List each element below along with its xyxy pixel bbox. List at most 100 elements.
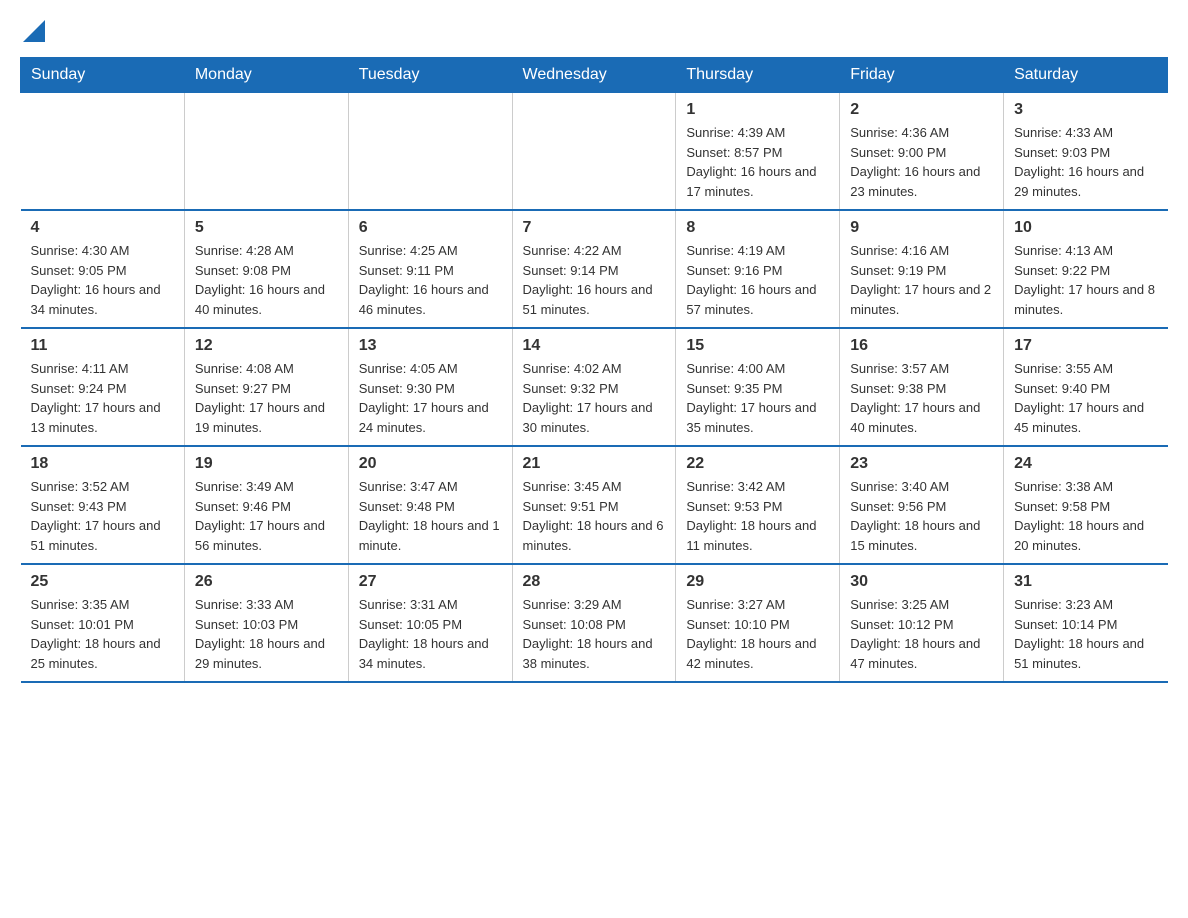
calendar-cell: [348, 93, 512, 211]
day-info: Sunrise: 3:57 AM Sunset: 9:38 PM Dayligh…: [850, 359, 993, 437]
day-info: Sunrise: 4:28 AM Sunset: 9:08 PM Dayligh…: [195, 241, 338, 319]
calendar-cell: 29Sunrise: 3:27 AM Sunset: 10:10 PM Dayl…: [676, 564, 840, 682]
calendar-cell: 5 Sunrise: 4:28 AM Sunset: 9:08 PM Daylig…: [184, 210, 348, 328]
day-number: 8: [686, 219, 829, 237]
day-number: 21: [523, 455, 666, 473]
day-number: 4: [31, 219, 174, 237]
day-number: 2: [850, 101, 993, 119]
page-header: [20, 20, 1168, 41]
calendar-cell: 12 Sunrise: 4:08 AM Sunset: 9:27 PM Dayli…: [184, 328, 348, 446]
day-number: 14: [523, 337, 666, 355]
calendar-cell: 2 Sunrise: 4:36 AM Sunset: 9:00 PM Daylig…: [840, 93, 1004, 211]
day-number: 1: [686, 101, 829, 119]
day-info: Sunrise: 4:00 AM Sunset: 9:35 PM Dayligh…: [686, 359, 829, 437]
day-info: Sunrise: 3:35 AM Sunset: 10:01 PM Daylig…: [31, 595, 174, 673]
calendar-cell: 21 Sunrise: 3:45 AM Sunset: 9:51 PM Dayli…: [512, 446, 676, 564]
calendar-cell: 3 Sunrise: 4:33 AM Sunset: 9:03 PM Daylig…: [1004, 93, 1168, 211]
day-number: 6: [359, 219, 502, 237]
week-row-2: 4 Sunrise: 4:30 AM Sunset: 9:05 PM Daylig…: [21, 210, 1168, 328]
day-number: 13: [359, 337, 502, 355]
day-info: Sunrise: 3:23 AM Sunset: 10:14 PM Daylig…: [1014, 595, 1157, 673]
day-number: 29: [686, 573, 829, 591]
day-number: 5: [195, 219, 338, 237]
day-info: Sunrise: 4:02 AM Sunset: 9:32 PM Dayligh…: [523, 359, 666, 437]
header-row: SundayMondayTuesdayWednesdayThursdayFrid…: [21, 58, 1168, 93]
calendar-cell: 23 Sunrise: 3:40 AM Sunset: 9:56 PM Dayli…: [840, 446, 1004, 564]
calendar-cell: 15 Sunrise: 4:00 AM Sunset: 9:35 PM Dayli…: [676, 328, 840, 446]
day-info: Sunrise: 3:52 AM Sunset: 9:43 PM Dayligh…: [31, 477, 174, 555]
day-info: Sunrise: 4:30 AM Sunset: 9:05 PM Dayligh…: [31, 241, 174, 319]
calendar-cell: 25 Sunrise: 3:35 AM Sunset: 10:01 PM Dayl…: [21, 564, 185, 682]
day-number: 11: [31, 337, 174, 355]
calendar-cell: 14 Sunrise: 4:02 AM Sunset: 9:32 PM Dayli…: [512, 328, 676, 446]
week-row-5: 25 Sunrise: 3:35 AM Sunset: 10:01 PM Dayl…: [21, 564, 1168, 682]
day-number: 7: [523, 219, 666, 237]
day-info: Sunrise: 4:22 AM Sunset: 9:14 PM Dayligh…: [523, 241, 666, 319]
logo-triangle-icon: [23, 20, 45, 42]
calendar-cell: 17 Sunrise: 3:55 AM Sunset: 9:40 PM Dayli…: [1004, 328, 1168, 446]
day-info: Sunrise: 4:16 AM Sunset: 9:19 PM Dayligh…: [850, 241, 993, 319]
day-number: 3: [1014, 101, 1157, 119]
day-info: Sunrise: 3:40 AM Sunset: 9:56 PM Dayligh…: [850, 477, 993, 555]
header-tuesday: Tuesday: [348, 58, 512, 93]
day-number: 17: [1014, 337, 1157, 355]
day-info: Sunrise: 3:42 AM Sunset: 9:53 PM Dayligh…: [686, 477, 829, 555]
calendar-cell: 10Sunrise: 4:13 AM Sunset: 9:22 PM Dayli…: [1004, 210, 1168, 328]
day-number: 16: [850, 337, 993, 355]
day-info: Sunrise: 4:25 AM Sunset: 9:11 PM Dayligh…: [359, 241, 502, 319]
day-info: Sunrise: 3:29 AM Sunset: 10:08 PM Daylig…: [523, 595, 666, 673]
calendar-cell: [512, 93, 676, 211]
day-number: 26: [195, 573, 338, 591]
week-row-3: 11 Sunrise: 4:11 AM Sunset: 9:24 PM Dayli…: [21, 328, 1168, 446]
day-info: Sunrise: 3:49 AM Sunset: 9:46 PM Dayligh…: [195, 477, 338, 555]
calendar-cell: 19Sunrise: 3:49 AM Sunset: 9:46 PM Dayli…: [184, 446, 348, 564]
day-info: Sunrise: 4:39 AM Sunset: 8:57 PM Dayligh…: [686, 123, 829, 201]
day-info: Sunrise: 3:25 AM Sunset: 10:12 PM Daylig…: [850, 595, 993, 673]
calendar-body: 1 Sunrise: 4:39 AM Sunset: 8:57 PM Daylig…: [21, 93, 1168, 683]
calendar-cell: 30 Sunrise: 3:25 AM Sunset: 10:12 PM Dayl…: [840, 564, 1004, 682]
day-info: Sunrise: 3:31 AM Sunset: 10:05 PM Daylig…: [359, 595, 502, 673]
day-number: 27: [359, 573, 502, 591]
calendar-header: SundayMondayTuesdayWednesdayThursdayFrid…: [21, 58, 1168, 93]
day-number: 30: [850, 573, 993, 591]
week-row-1: 1 Sunrise: 4:39 AM Sunset: 8:57 PM Daylig…: [21, 93, 1168, 211]
day-info: Sunrise: 3:38 AM Sunset: 9:58 PM Dayligh…: [1014, 477, 1157, 555]
day-number: 28: [523, 573, 666, 591]
day-number: 12: [195, 337, 338, 355]
header-saturday: Saturday: [1004, 58, 1168, 93]
day-number: 31: [1014, 573, 1157, 591]
day-number: 25: [31, 573, 174, 591]
calendar-table: SundayMondayTuesdayWednesdayThursdayFrid…: [20, 57, 1168, 683]
week-row-4: 18 Sunrise: 3:52 AM Sunset: 9:43 PM Dayli…: [21, 446, 1168, 564]
day-number: 10: [1014, 219, 1157, 237]
calendar-cell: 28 Sunrise: 3:29 AM Sunset: 10:08 PM Dayl…: [512, 564, 676, 682]
header-monday: Monday: [184, 58, 348, 93]
header-thursday: Thursday: [676, 58, 840, 93]
calendar-cell: 16 Sunrise: 3:57 AM Sunset: 9:38 PM Dayli…: [840, 328, 1004, 446]
calendar-cell: 20Sunrise: 3:47 AM Sunset: 9:48 PM Dayli…: [348, 446, 512, 564]
day-info: Sunrise: 4:08 AM Sunset: 9:27 PM Dayligh…: [195, 359, 338, 437]
calendar-cell: 26 Sunrise: 3:33 AM Sunset: 10:03 PM Dayl…: [184, 564, 348, 682]
day-info: Sunrise: 3:33 AM Sunset: 10:03 PM Daylig…: [195, 595, 338, 673]
day-number: 22: [686, 455, 829, 473]
day-info: Sunrise: 3:55 AM Sunset: 9:40 PM Dayligh…: [1014, 359, 1157, 437]
calendar-cell: 31 Sunrise: 3:23 AM Sunset: 10:14 PM Dayl…: [1004, 564, 1168, 682]
day-number: 18: [31, 455, 174, 473]
header-wednesday: Wednesday: [512, 58, 676, 93]
calendar-cell: 9 Sunrise: 4:16 AM Sunset: 9:19 PM Daylig…: [840, 210, 1004, 328]
day-info: Sunrise: 4:33 AM Sunset: 9:03 PM Dayligh…: [1014, 123, 1157, 201]
header-sunday: Sunday: [21, 58, 185, 93]
day-info: Sunrise: 4:11 AM Sunset: 9:24 PM Dayligh…: [31, 359, 174, 437]
day-info: Sunrise: 4:36 AM Sunset: 9:00 PM Dayligh…: [850, 123, 993, 201]
day-number: 24: [1014, 455, 1157, 473]
day-info: Sunrise: 3:45 AM Sunset: 9:51 PM Dayligh…: [523, 477, 666, 555]
calendar-cell: [184, 93, 348, 211]
day-info: Sunrise: 4:19 AM Sunset: 9:16 PM Dayligh…: [686, 241, 829, 319]
day-number: 23: [850, 455, 993, 473]
day-number: 20: [359, 455, 502, 473]
day-number: 9: [850, 219, 993, 237]
calendar-cell: 18 Sunrise: 3:52 AM Sunset: 9:43 PM Dayli…: [21, 446, 185, 564]
day-number: 15: [686, 337, 829, 355]
calendar-cell: 11 Sunrise: 4:11 AM Sunset: 9:24 PM Dayli…: [21, 328, 185, 446]
day-info: Sunrise: 4:05 AM Sunset: 9:30 PM Dayligh…: [359, 359, 502, 437]
